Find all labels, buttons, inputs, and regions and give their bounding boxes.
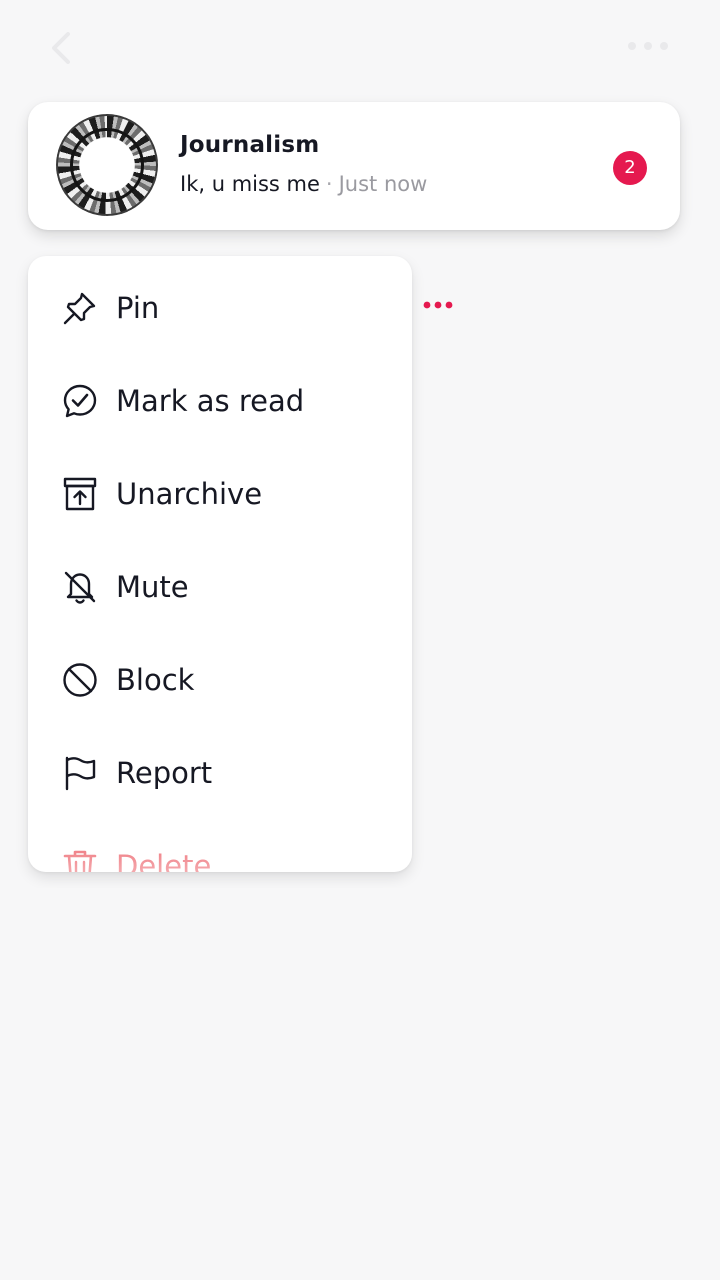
menu-item-label: Mute xyxy=(116,570,189,604)
conversation-name: Journalism xyxy=(180,132,320,158)
message-time: Just now xyxy=(338,172,428,196)
top-bar xyxy=(0,0,720,96)
menu-item-block[interactable]: Block xyxy=(28,634,412,726)
menu-item-report[interactable]: Report xyxy=(28,727,412,819)
mark-read-icon xyxy=(63,384,97,418)
chevron-left-icon[interactable] xyxy=(44,28,80,68)
last-message: Ik, u miss me xyxy=(180,172,320,196)
menu-item-label: Report xyxy=(116,756,213,790)
block-icon xyxy=(63,663,97,697)
more-horizontal-icon[interactable] xyxy=(624,36,672,56)
menu-item-label: Unarchive xyxy=(116,477,263,511)
avatar[interactable] xyxy=(56,114,158,216)
bell-off-icon xyxy=(64,571,96,604)
conversation-card[interactable]: Journalism Ik, u miss me · Just now 2 xyxy=(28,102,680,230)
menu-item-label: Mark as read xyxy=(116,384,305,418)
menu-item-label: Pin xyxy=(116,291,160,325)
preview-separator: · xyxy=(325,172,333,196)
menu-item-pin[interactable]: Pin xyxy=(28,262,412,354)
pin-icon xyxy=(63,292,96,325)
app-screen: Journalism Ik, u miss me · Just now 2 Pin … xyxy=(0,0,720,1280)
context-menu: Pin Mark as read Unarchive Mute Block Re… xyxy=(28,256,412,872)
more-options-indicator-icon xyxy=(423,301,453,309)
unread-badge: 2 xyxy=(613,151,647,185)
menu-item-unarchive[interactable]: Unarchive xyxy=(28,448,412,540)
menu-item-delete[interactable]: Delete xyxy=(28,820,412,872)
unarchive-icon xyxy=(63,477,97,511)
menu-item-label: Block xyxy=(116,663,195,697)
background-area xyxy=(0,888,720,1280)
trash-icon xyxy=(63,850,97,872)
flag-icon xyxy=(65,756,96,791)
menu-item-mute[interactable]: Mute xyxy=(28,541,412,633)
menu-item-label: Delete xyxy=(116,849,212,872)
menu-item-mark-as-read[interactable]: Mark as read xyxy=(28,355,412,447)
conversation-preview: Ik, u miss me · Just now xyxy=(180,172,427,196)
avatar-ring xyxy=(70,128,144,202)
